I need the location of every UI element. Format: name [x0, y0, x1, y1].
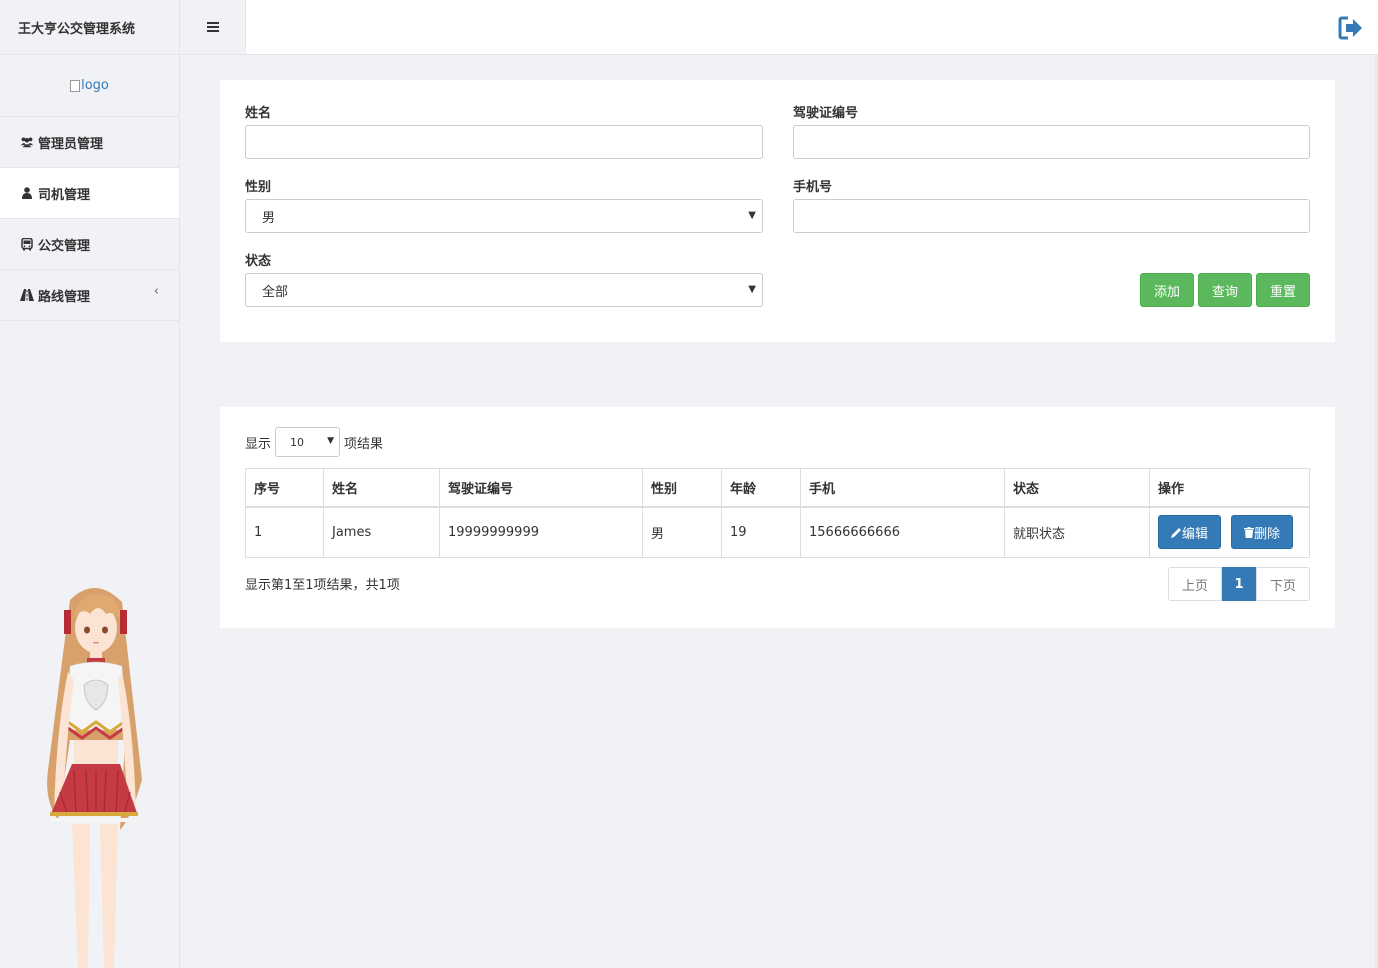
- column-header-license[interactable]: 驾驶证编号: [439, 468, 643, 508]
- page-length-value: 10: [290, 435, 305, 449]
- status-select[interactable]: 全部 ▼: [245, 273, 763, 307]
- trash-icon: [1244, 526, 1255, 538]
- driver-table-panel: 显示 10 ▼ 项结果 序号 姓名 驾驶证编号 性别 年龄 手机 状态 操作 1…: [220, 407, 1335, 628]
- sidebar-item-driver[interactable]: 司机管理: [0, 168, 179, 219]
- cell-id: 1: [245, 506, 324, 558]
- caret-down-icon: ▼: [748, 210, 756, 221]
- caret-down-icon: ▼: [327, 436, 335, 446]
- caret-down-icon: ▼: [748, 284, 756, 295]
- license-label: 驾驶证编号: [793, 106, 859, 121]
- search-form-panel: 姓名 驾驶证编号 性别 男 ▼ 手机号 状态 全部 ▼ 添加 查询 重置: [220, 80, 1335, 342]
- road-icon: [20, 288, 34, 302]
- status-label: 状态: [245, 254, 272, 269]
- page-length-control: 显示 10 ▼ 项结果: [245, 427, 383, 457]
- app-title: 王大亨公交管理系统: [0, 0, 179, 55]
- cell-age: 19: [721, 506, 801, 558]
- hamburger-icon: [206, 22, 219, 32]
- next-page-button[interactable]: 下页: [1256, 567, 1310, 601]
- gender-select-value: 男: [262, 210, 276, 226]
- name-label: 姓名: [245, 106, 272, 121]
- delete-button-label: 删除: [1254, 526, 1281, 542]
- table-info: 显示第1至1项结果，共1项: [245, 578, 400, 593]
- column-header-name[interactable]: 姓名: [323, 468, 440, 508]
- length-suffix: 项结果: [344, 436, 384, 452]
- sidebar-item-label: 管理员管理: [38, 136, 104, 152]
- sidebar: 王大亨公交管理系统 logo 管理员管理 司机管理 公交管理 路线管理 ‹: [0, 0, 180, 968]
- sidebar-item-label: 司机管理: [38, 187, 91, 203]
- logo-alt-text: logo: [81, 78, 109, 93]
- table-row: 1 James 19999999999 男 19 15666666666 就职状…: [245, 506, 1310, 558]
- table-header-row: 序号 姓名 驾驶证编号 性别 年龄 手机 状态 操作: [245, 468, 1310, 508]
- logo-container: logo: [0, 55, 179, 117]
- menu-toggle-button[interactable]: [180, 0, 246, 54]
- sidebar-item-route[interactable]: 路线管理 ‹: [0, 270, 179, 321]
- broken-image-icon: [70, 79, 81, 92]
- gender-label: 性别: [245, 180, 272, 195]
- column-header-status[interactable]: 状态: [1004, 468, 1150, 508]
- user-icon: [20, 186, 34, 200]
- reset-button[interactable]: 重置: [1256, 273, 1310, 307]
- sidebar-item-label: 路线管理: [38, 289, 91, 305]
- length-prefix: 显示: [245, 436, 272, 452]
- cell-actions: 编辑 删除: [1149, 506, 1310, 558]
- status-select-value: 全部: [262, 284, 289, 300]
- column-header-phone[interactable]: 手机: [800, 468, 1005, 508]
- column-header-age[interactable]: 年龄: [721, 468, 801, 508]
- add-button[interactable]: 添加: [1140, 273, 1194, 307]
- column-header-id[interactable]: 序号: [245, 468, 324, 508]
- sidebar-item-label: 公交管理: [38, 238, 91, 254]
- name-input[interactable]: [245, 125, 763, 159]
- edit-button-label: 编辑: [1182, 526, 1209, 542]
- gender-select[interactable]: 男 ▼: [245, 199, 763, 233]
- cell-phone: 15666666666: [800, 506, 1005, 558]
- edit-button[interactable]: 编辑: [1158, 515, 1222, 550]
- chevron-left-icon: ‹: [153, 284, 159, 299]
- sidebar-item-admin[interactable]: 管理员管理: [0, 117, 179, 168]
- bus-icon: [20, 237, 34, 251]
- license-input[interactable]: [793, 125, 1310, 159]
- column-header-gender[interactable]: 性别: [642, 468, 722, 508]
- cell-status: 就职状态: [1004, 506, 1150, 558]
- search-button[interactable]: 查询: [1198, 273, 1252, 307]
- top-bar: [180, 0, 1378, 55]
- page-button-current[interactable]: 1: [1222, 567, 1256, 601]
- phone-label: 手机号: [793, 180, 833, 195]
- cell-name: James: [323, 506, 440, 558]
- delete-button[interactable]: 删除: [1231, 515, 1294, 550]
- logout-icon[interactable]: [1338, 16, 1364, 40]
- pencil-icon: [1171, 527, 1181, 538]
- cell-license: 19999999999: [439, 506, 643, 558]
- mascot-illustration: [47, 587, 142, 968]
- phone-input[interactable]: [793, 199, 1310, 233]
- page-length-select[interactable]: 10 ▼: [275, 427, 341, 457]
- pagination: 上页 1 下页: [1168, 567, 1310, 601]
- logo-image: logo: [70, 78, 109, 93]
- column-header-actions: 操作: [1149, 468, 1310, 508]
- driver-table: 序号 姓名 驾驶证编号 性别 年龄 手机 状态 操作 1 James 19999…: [245, 468, 1310, 558]
- users-icon: [20, 135, 34, 149]
- cell-gender: 男: [642, 506, 722, 558]
- prev-page-button[interactable]: 上页: [1168, 567, 1222, 601]
- sidebar-item-bus[interactable]: 公交管理: [0, 219, 179, 270]
